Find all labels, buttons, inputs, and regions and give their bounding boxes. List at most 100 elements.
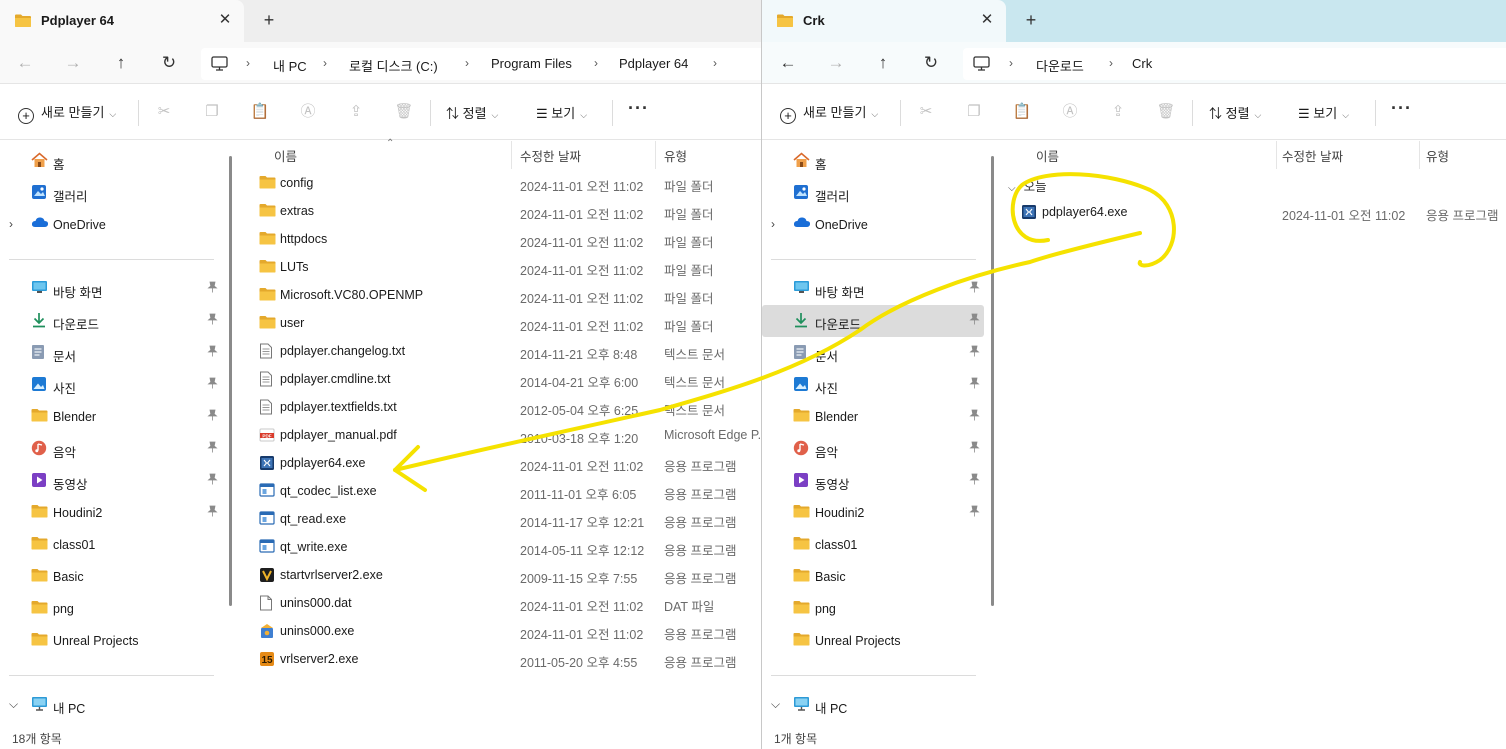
file-row[interactable]: 15 vrlserver2.exe 2011-05-20 오후 4:55 응용 프로그…: [238, 645, 761, 673]
chevron-right-icon[interactable]: ›: [246, 56, 250, 70]
up-arrow-icon[interactable]: ↑: [869, 50, 897, 76]
pin-icon[interactable]: [207, 313, 218, 328]
column-header-name[interactable]: 이름: [274, 146, 297, 165]
navigation-scrollbar[interactable]: [991, 156, 994, 606]
sidebar-item[interactable]: 다운로드: [762, 305, 984, 337]
new-tab-button[interactable]: +: [1020, 9, 1042, 31]
up-arrow-icon[interactable]: ↑: [107, 50, 135, 76]
pin-icon[interactable]: [969, 377, 980, 392]
sidebar-item[interactable]: › OneDrive: [762, 209, 984, 241]
sidebar-item[interactable]: 바탕 화면: [0, 273, 222, 305]
sidebar-item[interactable]: Houdini2: [0, 497, 222, 529]
breadcrumb-item[interactable]: 내 PC: [273, 56, 307, 75]
file-row[interactable]: unins000.exe 2024-11-01 오전 11:02 응용 프로그램: [238, 617, 761, 645]
column-header-name[interactable]: 이름: [1036, 146, 1059, 165]
chevron-right-icon[interactable]: ›: [9, 217, 13, 231]
file-row[interactable]: pdplayer.changelog.txt 2014-11-21 오후 8:48…: [238, 337, 761, 365]
file-row[interactable]: LUTs 2024-11-01 오전 11:02 파일 폴더: [238, 253, 761, 281]
new-tab-button[interactable]: +: [258, 9, 280, 31]
paste-icon[interactable]: 📋: [1012, 102, 1032, 122]
sidebar-item[interactable]: Unreal Projects: [762, 625, 984, 657]
copy-icon[interactable]: ❐: [202, 102, 222, 122]
breadcrumb[interactable]: › 다운로드 › Crk: [963, 48, 1506, 80]
column-header-type[interactable]: 유형: [664, 146, 687, 165]
sidebar-item[interactable]: 사진: [762, 369, 984, 401]
pin-icon[interactable]: [207, 281, 218, 296]
column-divider[interactable]: [1419, 141, 1420, 169]
file-row[interactable]: unins000.dat 2024-11-01 오전 11:02 DAT 파일: [238, 589, 761, 617]
new-item-button[interactable]: + 새로 만들기 ⌵: [780, 102, 878, 124]
view-button[interactable]: ☰ 보기 ⌵: [536, 103, 587, 122]
chevron-right-icon[interactable]: ›: [323, 56, 327, 70]
share-icon[interactable]: ⇪: [346, 102, 366, 122]
chevron-right-icon[interactable]: ›: [594, 56, 598, 70]
pin-icon[interactable]: [969, 281, 980, 296]
file-row[interactable]: qt_read.exe 2014-11-17 오후 12:21 응용 프로그램: [238, 505, 761, 533]
pin-icon[interactable]: [207, 505, 218, 520]
sidebar-item[interactable]: 동영상: [0, 465, 222, 497]
sidebar-item[interactable]: class01: [0, 529, 222, 561]
copy-icon[interactable]: ❐: [964, 102, 984, 122]
sidebar-item[interactable]: 동영상: [762, 465, 984, 497]
cut-icon[interactable]: ✂: [916, 102, 936, 122]
file-row[interactable]: startvrlserver2.exe 2009-11-15 오후 7:55 응용 …: [238, 561, 761, 589]
column-divider[interactable]: [1276, 141, 1277, 169]
new-item-button[interactable]: + 새로 만들기 ⌵: [18, 102, 116, 124]
more-options-button[interactable]: ···: [1391, 98, 1412, 119]
close-tab-icon[interactable]: ✕: [976, 9, 998, 31]
group-header-today[interactable]: ⌵ 오늘: [1008, 176, 1047, 195]
breadcrumb-item[interactable]: 다운로드: [1036, 56, 1084, 75]
sidebar-item[interactable]: 음악: [762, 433, 984, 465]
column-header-date[interactable]: 수정한 날짜: [1282, 146, 1343, 165]
tab-crk[interactable]: Crk ✕: [762, 0, 1006, 42]
tab-pdplayer-64[interactable]: Pdplayer 64 ✕: [0, 0, 244, 42]
sidebar-item[interactable]: ⌵ 내 PC: [762, 689, 984, 721]
pin-icon[interactable]: [969, 345, 980, 360]
breadcrumb-item[interactable]: Pdplayer 64: [619, 56, 688, 71]
file-row[interactable]: Microsoft.VC80.OPENMP 2024-11-01 오전 11:02…: [238, 281, 761, 309]
pin-icon[interactable]: [207, 345, 218, 360]
sidebar-item[interactable]: Blender: [762, 401, 984, 433]
breadcrumb-item[interactable]: 로컬 디스크 (C:): [349, 56, 438, 75]
file-row[interactable]: httpdocs 2024-11-01 오전 11:02 파일 폴더: [238, 225, 761, 253]
pin-icon[interactable]: [969, 505, 980, 520]
delete-icon[interactable]: 🗑: [1156, 102, 1176, 122]
file-row[interactable]: config 2024-11-01 오전 11:02 파일 폴더: [238, 169, 761, 197]
sidebar-item[interactable]: png: [762, 593, 984, 625]
chevron-right-icon[interactable]: ›: [1009, 56, 1013, 70]
sidebar-item[interactable]: › OneDrive: [0, 209, 222, 241]
sidebar-item[interactable]: 다운로드: [0, 305, 222, 337]
close-tab-icon[interactable]: ✕: [214, 9, 236, 31]
file-row[interactable]: pdplayer64.exe 2024-11-01 오전 11:02 응용 프로그램: [1000, 198, 1506, 226]
file-row[interactable]: pdplayer.textfields.txt 2012-05-04 오후 6:2…: [238, 393, 761, 421]
chevron-down-icon[interactable]: ⌵: [771, 697, 780, 712]
more-options-button[interactable]: ···: [628, 98, 649, 119]
sidebar-item[interactable]: 갤러리: [0, 177, 222, 209]
file-row[interactable]: extras 2024-11-01 오전 11:02 파일 폴더: [238, 197, 761, 225]
file-row[interactable]: pdplayer64.exe 2024-11-01 오전 11:02 응용 프로그램: [238, 449, 761, 477]
sidebar-item[interactable]: 사진: [0, 369, 222, 401]
pin-icon[interactable]: [969, 473, 980, 488]
sidebar-item[interactable]: 바탕 화면: [762, 273, 984, 305]
sidebar-item[interactable]: 문서: [0, 337, 222, 369]
file-row[interactable]: qt_codec_list.exe 2011-11-01 오후 6:05 응용 프로…: [238, 477, 761, 505]
pin-icon[interactable]: [969, 409, 980, 424]
forward-arrow-icon[interactable]: →: [59, 50, 87, 76]
breadcrumb[interactable]: › 내 PC › 로컬 디스크 (C:) › Program Files › P…: [201, 48, 761, 80]
breadcrumb-item[interactable]: Crk: [1132, 56, 1152, 71]
file-row[interactable]: pdplayer.cmdline.txt 2014-04-21 오후 6:00 텍스…: [238, 365, 761, 393]
pin-icon[interactable]: [207, 441, 218, 456]
column-divider[interactable]: [511, 141, 512, 169]
file-row[interactable]: PDF pdplayer_manual.pdf 2010-03-18 오후 1:20…: [238, 421, 761, 449]
sort-button[interactable]: ⇅ 정렬 ⌵: [446, 103, 498, 122]
pin-icon[interactable]: [969, 441, 980, 456]
sidebar-item[interactable]: Houdini2: [762, 497, 984, 529]
column-divider[interactable]: [655, 141, 656, 169]
sort-button[interactable]: ⇅ 정렬 ⌵: [1209, 103, 1261, 122]
share-icon[interactable]: ⇪: [1108, 102, 1128, 122]
sidebar-item[interactable]: Blender: [0, 401, 222, 433]
view-button[interactable]: ☰ 보기 ⌵: [1298, 103, 1349, 122]
sidebar-item[interactable]: class01: [762, 529, 984, 561]
delete-icon[interactable]: 🗑: [394, 102, 414, 122]
sidebar-item[interactable]: ⌵ 내 PC: [0, 689, 222, 721]
